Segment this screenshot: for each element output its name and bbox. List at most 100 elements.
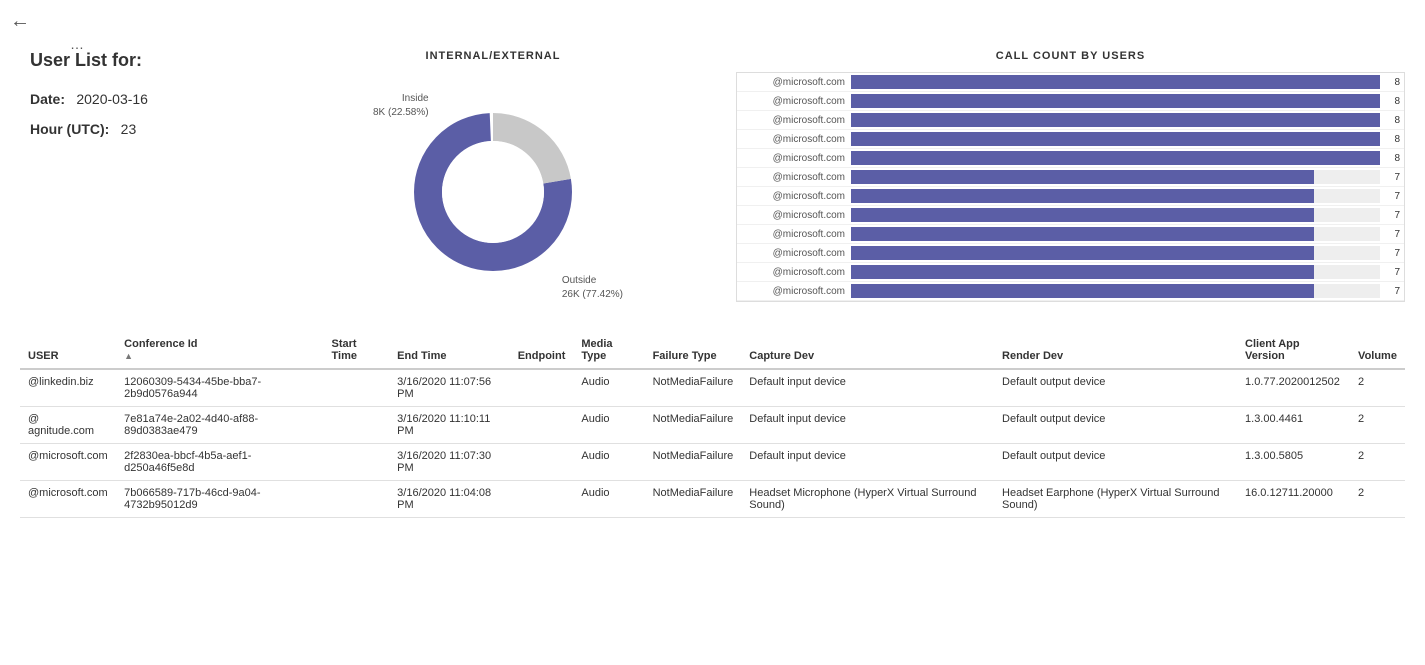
table-section: USERConference Id▲Start TimeEnd TimeEndp… <box>0 332 1425 538</box>
cell-capture_dev: Default input device <box>741 444 994 481</box>
page-title: User List for: <box>30 50 250 71</box>
cell-conference_id: 12060309-5434-45be-bba7-2b9d0576a944 <box>116 369 323 407</box>
bar-row: @microsoft.com 7 <box>737 282 1404 301</box>
cell-media_type: Audio <box>573 369 644 407</box>
table-header-user[interactable]: USER <box>20 332 116 369</box>
bar-row: @microsoft.com 8 <box>737 149 1404 168</box>
bar-value: 8 <box>1380 77 1400 88</box>
bar-value: 7 <box>1380 286 1400 297</box>
cell-start_time <box>324 444 390 481</box>
bar-fill <box>851 208 1314 222</box>
sort-arrow: ▲ <box>124 351 133 361</box>
table-header-end_time[interactable]: End Time <box>389 332 510 369</box>
bar-value: 7 <box>1380 191 1400 202</box>
bar-track <box>851 246 1380 260</box>
bar-value: 8 <box>1380 153 1400 164</box>
bar-fill <box>851 113 1380 127</box>
bar-value: 7 <box>1380 229 1400 240</box>
bar-row: @microsoft.com 8 <box>737 111 1404 130</box>
cell-user: @linkedin.biz <box>20 369 116 407</box>
bar-fill <box>851 265 1314 279</box>
bar-track <box>851 265 1380 279</box>
hour-row: Hour (UTC): 23 <box>30 121 250 137</box>
bar-track <box>851 132 1380 146</box>
table-header-conference_id[interactable]: Conference Id▲ <box>116 332 323 369</box>
bar-row: @microsoft.com 7 <box>737 206 1404 225</box>
bar-fill <box>851 284 1314 298</box>
cell-end_time: 3/16/2020 11:07:56 PM <box>389 369 510 407</box>
cell-start_time <box>324 369 390 407</box>
bar-track <box>851 170 1380 184</box>
cell-endpoint <box>510 407 574 444</box>
cell-capture_dev: Headset Microphone (HyperX Virtual Surro… <box>741 481 994 518</box>
table-row: @microsoft.com7b066589-717b-46cd-9a04-47… <box>20 481 1405 518</box>
bar-value: 8 <box>1380 134 1400 145</box>
cell-media_type: Audio <box>573 444 644 481</box>
date-value: 2020-03-16 <box>76 91 148 107</box>
table-row: @linkedin.biz12060309-5434-45be-bba7-2b9… <box>20 369 1405 407</box>
cell-volume: 2 <box>1350 444 1405 481</box>
table-body: @linkedin.biz12060309-5434-45be-bba7-2b9… <box>20 369 1405 518</box>
bar-track <box>851 151 1380 165</box>
bar-label: @microsoft.com <box>741 172 851 183</box>
bar-track <box>851 94 1380 108</box>
bar-row: @microsoft.com 8 <box>737 92 1404 111</box>
table-header-render_dev[interactable]: Render Dev <box>994 332 1237 369</box>
donut-chart-svg <box>403 102 583 282</box>
bar-label: @microsoft.com <box>741 153 851 164</box>
cell-volume: 2 <box>1350 369 1405 407</box>
bar-value: 7 <box>1380 248 1400 259</box>
bar-chart-title: CALL COUNT BY USERS <box>736 50 1405 62</box>
bar-track <box>851 113 1380 127</box>
bar-track <box>851 189 1380 203</box>
bar-value: 7 <box>1380 267 1400 278</box>
bar-value: 7 <box>1380 210 1400 221</box>
cell-end_time: 3/16/2020 11:04:08 PM <box>389 481 510 518</box>
bar-fill <box>851 75 1380 89</box>
cell-volume: 2 <box>1350 407 1405 444</box>
bar-label: @microsoft.com <box>741 191 851 202</box>
donut-outside-label: Outside 26K (77.42%) <box>562 274 623 302</box>
user-list-panel: User List for: Date: 2020-03-16 Hour (UT… <box>30 50 250 312</box>
cell-start_time <box>324 481 390 518</box>
cell-media_type: Audio <box>573 481 644 518</box>
back-button[interactable]: ← <box>10 10 30 33</box>
table-header-endpoint[interactable]: Endpoint <box>510 332 574 369</box>
cell-failure_type: NotMediaFailure <box>645 369 742 407</box>
cell-render_dev: Default output device <box>994 444 1237 481</box>
bar-label: @microsoft.com <box>741 134 851 145</box>
cell-client_app_version: 1.3.00.5805 <box>1237 444 1350 481</box>
hour-value: 23 <box>121 121 137 137</box>
donut-inside-label: Inside 8K (22.58%) <box>373 92 429 120</box>
table-header-failure_type[interactable]: Failure Type <box>645 332 742 369</box>
cell-user: @microsoft.com <box>20 481 116 518</box>
bar-fill <box>851 151 1380 165</box>
cell-client_app_version: 1.3.00.4461 <box>1237 407 1350 444</box>
cell-media_type: Audio <box>573 407 644 444</box>
date-label: Date: <box>30 91 65 107</box>
table-header-capture_dev[interactable]: Capture Dev <box>741 332 994 369</box>
table-header-client_app_version[interactable]: Client App Version <box>1237 332 1350 369</box>
bar-chart-scroll[interactable]: @microsoft.com 8 @microsoft.com 8 @micro… <box>736 72 1405 302</box>
bar-fill <box>851 189 1314 203</box>
bar-fill <box>851 246 1314 260</box>
cell-capture_dev: Default input device <box>741 369 994 407</box>
bar-fill <box>851 94 1380 108</box>
table-header-start_time[interactable]: Start Time <box>324 332 390 369</box>
cell-start_time <box>324 407 390 444</box>
bar-row: @microsoft.com 7 <box>737 168 1404 187</box>
bar-label: @microsoft.com <box>741 229 851 240</box>
table-row: @microsoft.com2f2830ea-bbcf-4b5a-aef1-d2… <box>20 444 1405 481</box>
cell-client_app_version: 16.0.12711.20000 <box>1237 481 1350 518</box>
bar-track <box>851 208 1380 222</box>
data-table: USERConference Id▲Start TimeEnd TimeEndp… <box>20 332 1405 518</box>
cell-client_app_version: 1.0.77.2020012502 <box>1237 369 1350 407</box>
cell-render_dev: Default output device <box>994 407 1237 444</box>
bar-label: @microsoft.com <box>741 248 851 259</box>
table-header-media_type[interactable]: Media Type <box>573 332 644 369</box>
cell-endpoint <box>510 369 574 407</box>
table-header-volume[interactable]: Volume <box>1350 332 1405 369</box>
ellipsis-label: … <box>70 36 84 52</box>
cell-conference_id: 7b066589-717b-46cd-9a04-4732b95012d9 <box>116 481 323 518</box>
bar-row: @microsoft.com 8 <box>737 130 1404 149</box>
